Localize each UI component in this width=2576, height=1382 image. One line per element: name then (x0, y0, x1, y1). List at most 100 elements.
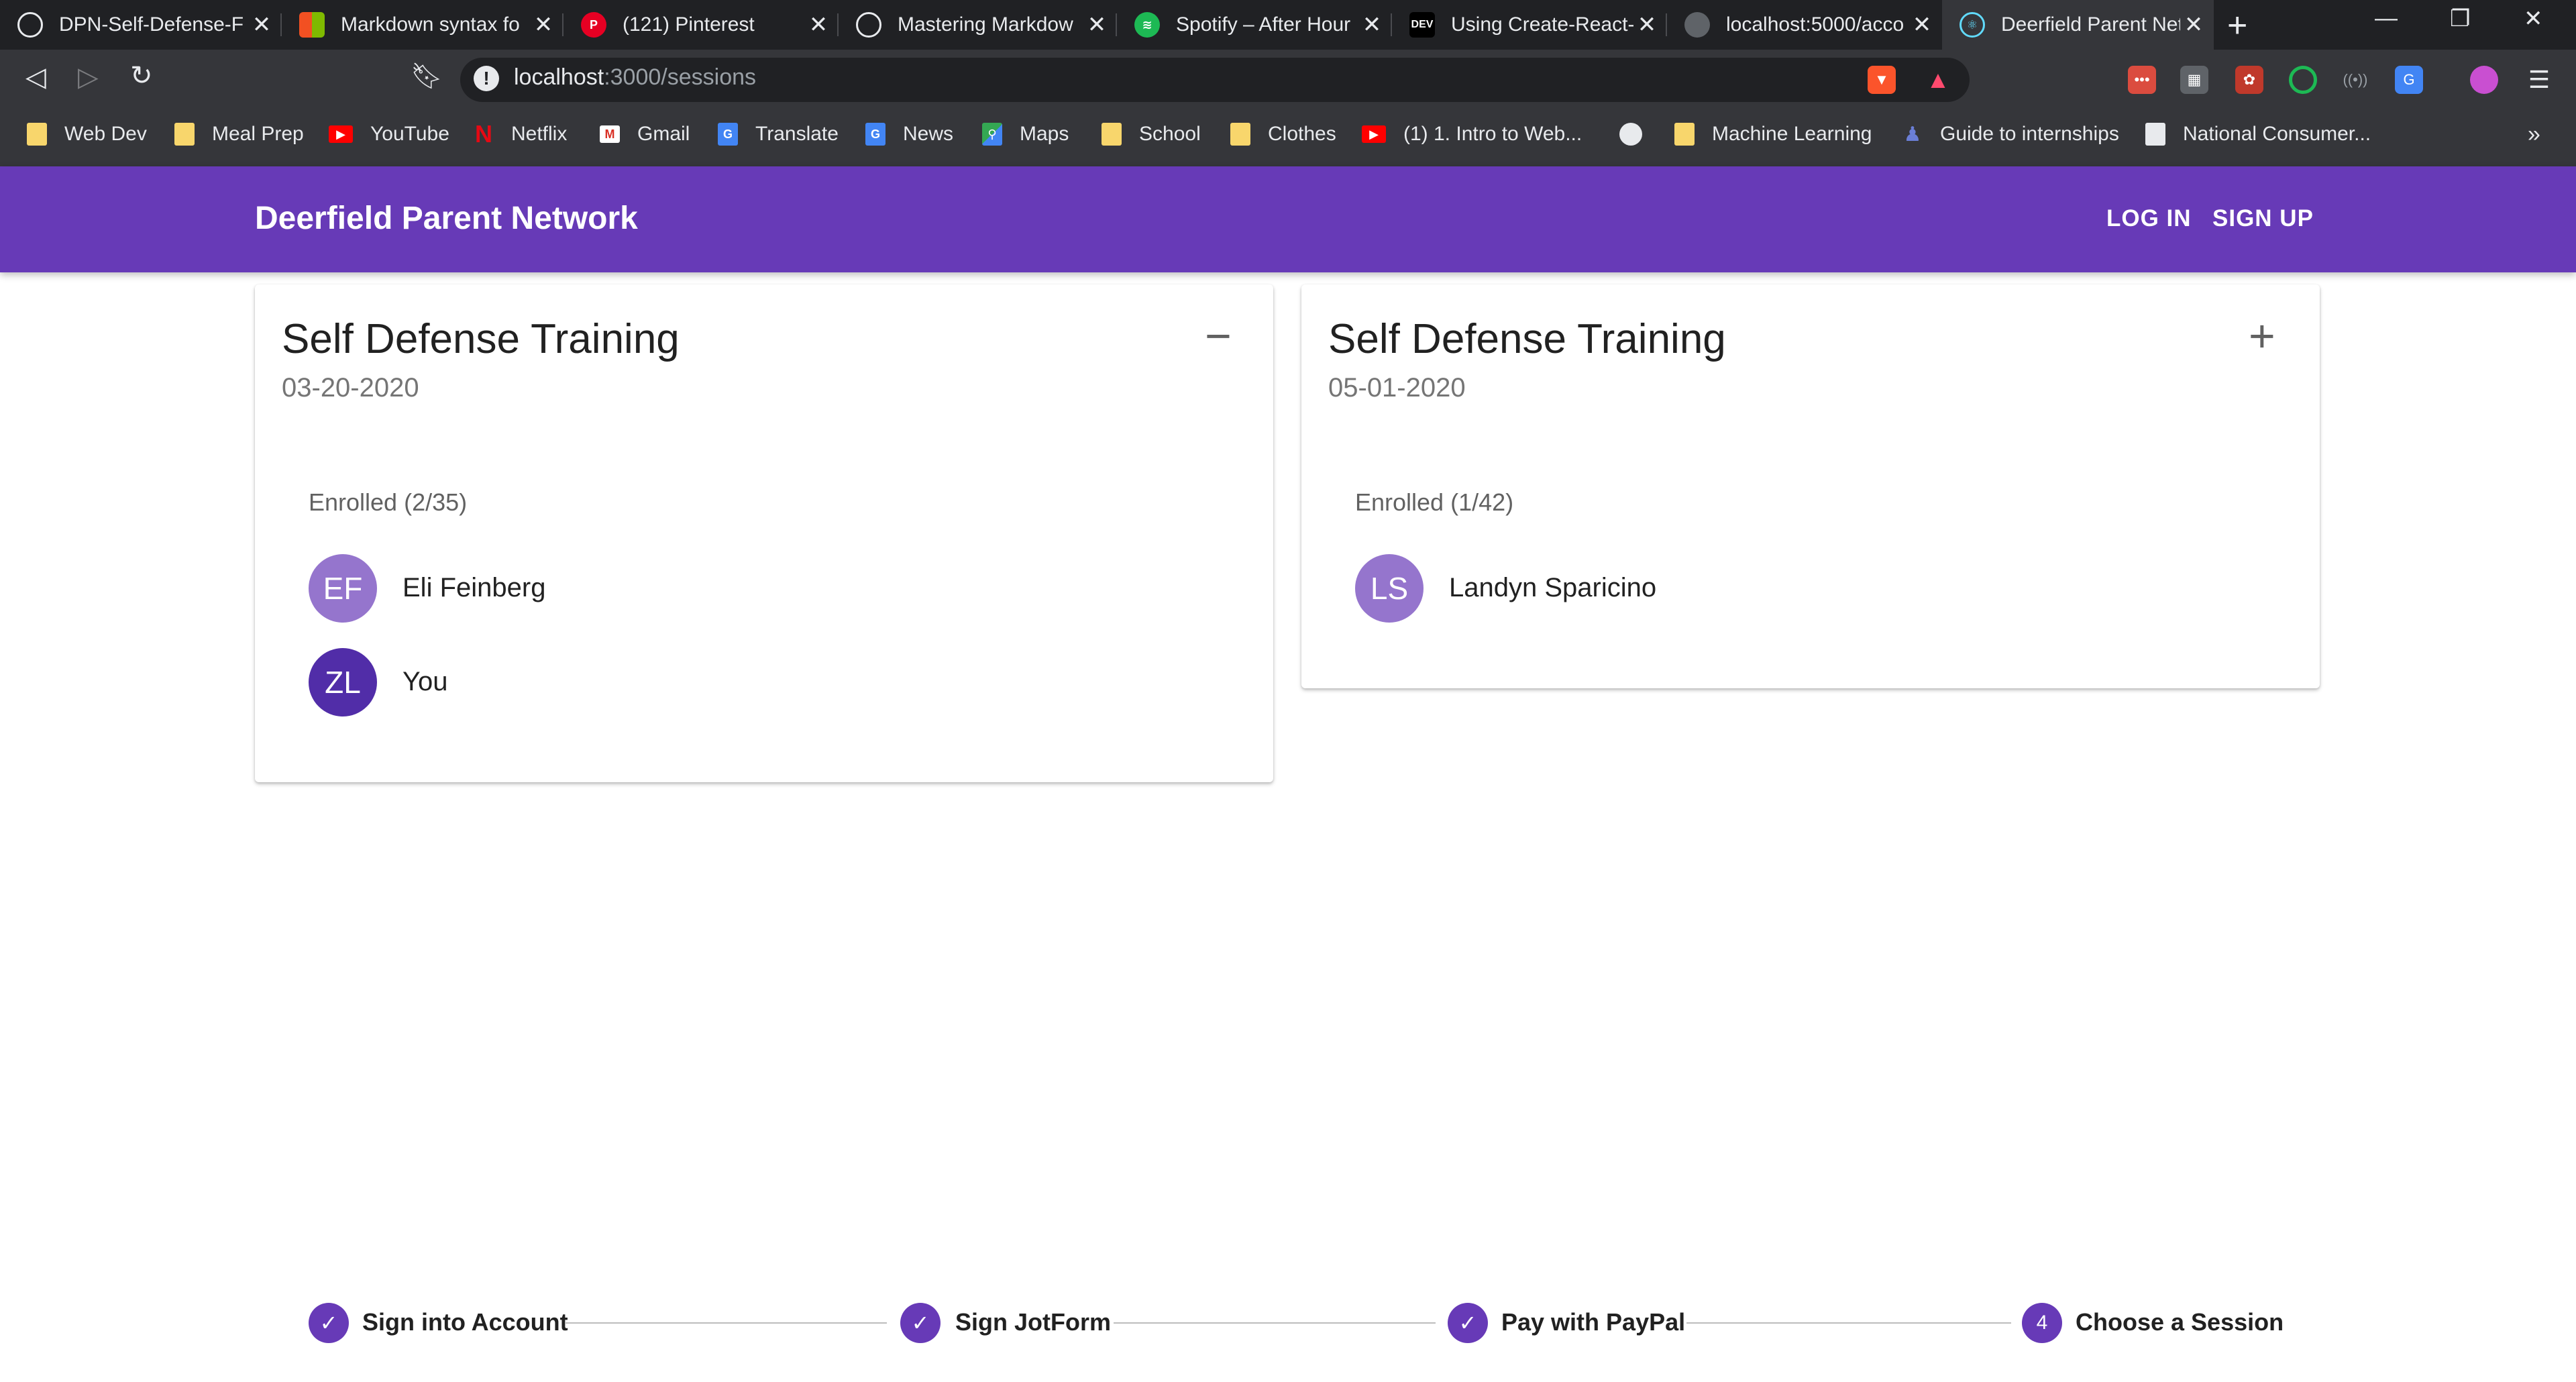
bookmark-item[interactable]: ▶ YouTube (329, 118, 449, 150)
step-number: 4 (2022, 1303, 2062, 1343)
tab-title: Markdown syntax fo (341, 13, 520, 36)
member-name: Eli Feinberg (402, 573, 546, 602)
enrolled-count: Enrolled (1/42) (1355, 488, 1514, 516)
tab-title: (121) Pinterest (623, 13, 755, 36)
bookmark-item[interactable]: ▶ (1) 1. Intro to Web... (1362, 118, 1582, 150)
translate-icon: G (718, 123, 738, 146)
close-icon[interactable]: ✕ (1633, 11, 1660, 38)
figure-icon: ♟ (1903, 123, 1922, 146)
enrolled-count: Enrolled (2/35) (309, 488, 468, 516)
netflix-icon: N (475, 120, 492, 148)
folder-icon (27, 123, 47, 146)
login-button[interactable]: LOG IN (2106, 205, 2192, 232)
github-icon (17, 12, 43, 38)
folder-icon (1230, 123, 1250, 146)
session-title: Self Defense Training (282, 316, 680, 362)
check-icon: ✓ (309, 1303, 349, 1343)
tab-title: Deerfield Parent Net (2001, 13, 2180, 36)
collapse-icon[interactable]: − (1205, 310, 1232, 362)
check-icon: ✓ (900, 1303, 941, 1343)
bookmark-item[interactable]: School (1102, 118, 1201, 150)
folder-icon (1674, 123, 1695, 146)
signup-button[interactable]: SIGN UP (2212, 205, 2314, 232)
tab-title: Spotify – After Hour (1176, 13, 1351, 36)
pinterest-icon: P (581, 12, 606, 38)
info-icon[interactable]: ! (474, 66, 499, 91)
step-connector (565, 1322, 887, 1324)
gmail-icon: M (600, 125, 620, 143)
extension-grid-icon[interactable]: ▦ (2180, 66, 2208, 94)
extension-todoist-icon[interactable]: ••• (2128, 66, 2156, 94)
member-name: Landyn Sparicino (1449, 573, 1657, 602)
close-icon[interactable]: ✕ (530, 11, 557, 38)
close-icon[interactable]: ✕ (1909, 11, 1935, 38)
tab-title: Mastering Markdow (898, 13, 1073, 36)
browser-tab[interactable]: Mastering Markdow ✕ (839, 0, 1117, 50)
bookmark-icon[interactable]: 🔖︎ (411, 62, 443, 91)
folder-icon (1102, 123, 1122, 146)
tab-strip: DPN-Self-Defense-F ✕ Markdown syntax fo … (0, 0, 2576, 50)
globe-icon (1619, 123, 1642, 146)
check-icon: ✓ (1448, 1303, 1488, 1343)
browser-tab[interactable]: DEV Using Create-React- ✕ (1392, 0, 1667, 50)
session-date: 05-01-2020 (1328, 373, 1466, 403)
close-icon[interactable]: ✕ (2180, 11, 2207, 38)
youtube-icon: ▶ (1362, 125, 1386, 143)
restore-icon[interactable]: ❐ (2450, 5, 2470, 32)
close-icon[interactable]: ✕ (1358, 11, 1385, 38)
minimize-icon[interactable]: — (2375, 5, 2398, 32)
globe-icon (1684, 12, 1710, 38)
bookmark-item[interactable]: Clothes (1230, 118, 1336, 150)
bookmark-item[interactable]: G News (865, 118, 953, 150)
browser-tab[interactable]: P (121) Pinterest ✕ (564, 0, 839, 50)
bookmark-item[interactable]: N Netflix (474, 118, 567, 150)
step-connector (1114, 1322, 1436, 1324)
bookmark-item[interactable]: Machine Learning (1674, 118, 1872, 150)
avatar: EF (309, 554, 377, 623)
browser-tab[interactable]: DPN-Self-Defense-F ✕ (0, 0, 282, 50)
tab-title: Using Create-React- (1451, 13, 1633, 36)
browser-tab[interactable]: ≋ Spotify – After Hour ✕ (1117, 0, 1392, 50)
step-connector (1686, 1322, 2011, 1324)
browser-tab[interactable]: Markdown syntax fo ✕ (282, 0, 564, 50)
bookmark-item[interactable]: National Consumer... (2145, 118, 2371, 150)
extension-red-icon[interactable]: ✿ (2235, 66, 2263, 94)
url-text[interactable]: localhost:3000/sessions (514, 64, 756, 91)
expand-icon[interactable]: + (2249, 310, 2275, 362)
window-close-icon[interactable]: ✕ (2524, 5, 2543, 32)
new-tab-button[interactable]: + (2227, 5, 2247, 46)
back-icon[interactable]: ◁ (25, 62, 46, 93)
extension-ring-icon[interactable] (2289, 66, 2317, 94)
bookmark-item[interactable]: M Gmail (600, 118, 690, 150)
close-icon[interactable]: ✕ (248, 11, 275, 38)
avatar: LS (1355, 554, 1424, 623)
folder-icon (174, 123, 195, 146)
browser-tab-active[interactable]: ⚛ Deerfield Parent Net ✕ (1942, 0, 2214, 50)
spotify-icon: ≋ (1134, 12, 1160, 38)
bookmark-item[interactable]: Meal Prep (174, 118, 304, 150)
close-icon[interactable]: ✕ (1083, 11, 1110, 38)
step-label: Sign JotForm (955, 1308, 1111, 1336)
close-icon[interactable]: ✕ (805, 11, 832, 38)
profile-avatar-icon[interactable] (2470, 66, 2498, 94)
brave-rewards-icon[interactable]: ▲ (1924, 66, 1952, 94)
reload-icon[interactable]: ↻ (130, 60, 153, 91)
tab-title: localhost:5000/acco (1726, 13, 1904, 36)
bookmark-item[interactable]: ♟ Guide to internships (1902, 118, 2119, 150)
bookmark-item[interactable]: ⚲ Maps (982, 118, 1069, 150)
bookmark-item[interactable]: Web Dev (27, 118, 147, 150)
more-bookmarks-button[interactable]: » (2528, 118, 2540, 150)
bookmark-item[interactable]: G Translate (718, 118, 839, 150)
brave-shield-icon[interactable]: ▼ (1868, 66, 1896, 94)
tab-title: DPN-Self-Defense-F (59, 13, 244, 36)
app-title[interactable]: Deerfield Parent Network (255, 200, 638, 237)
menu-icon[interactable]: ☰ (2525, 66, 2553, 94)
forward-icon[interactable]: ▷ (78, 62, 99, 93)
extension-gray-icon[interactable]: ((•)) (2341, 66, 2369, 94)
bookmark-item[interactable] (1619, 118, 1660, 150)
session-title: Self Defense Training (1328, 316, 1726, 362)
browser-tab[interactable]: localhost:5000/acco ✕ (1667, 0, 1942, 50)
member-name: You (402, 667, 448, 696)
translate-extension-icon[interactable]: G (2395, 66, 2423, 94)
step-label: Sign into Account (362, 1308, 568, 1336)
